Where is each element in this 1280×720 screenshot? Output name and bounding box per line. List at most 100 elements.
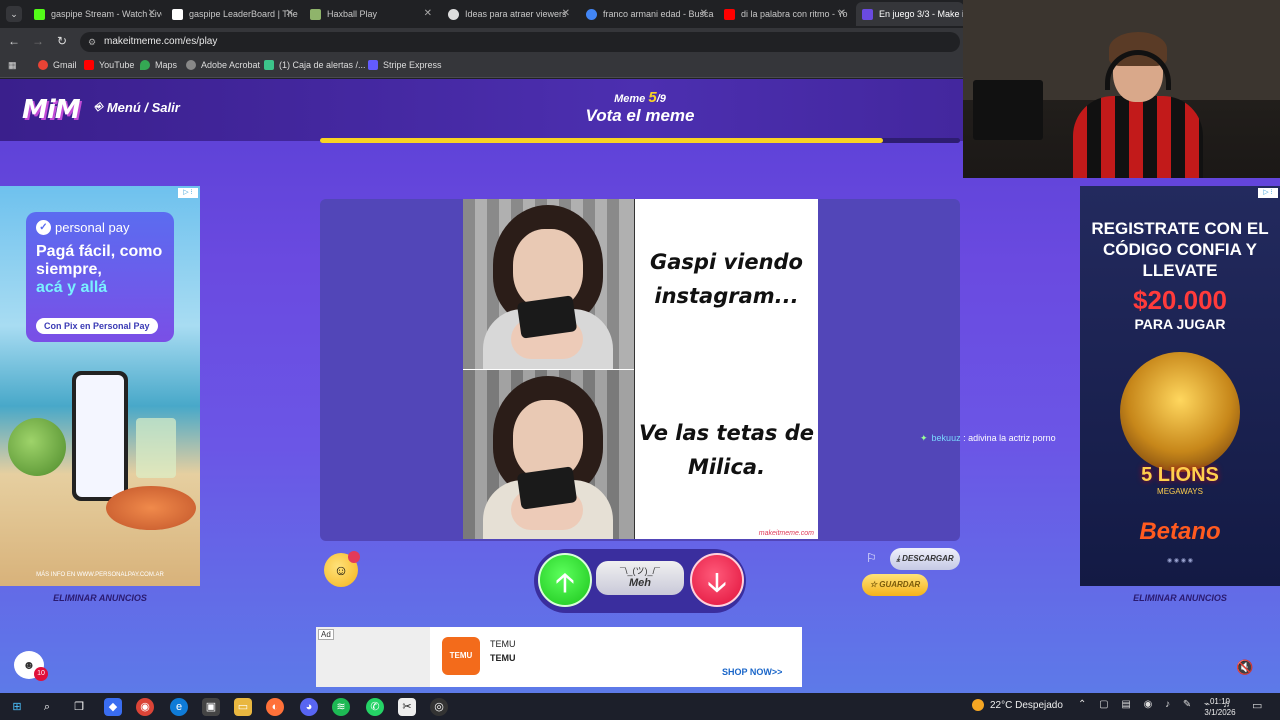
apps-icon[interactable]: ▦	[8, 60, 17, 71]
upvote-button[interactable]: 🡡	[538, 553, 592, 607]
emote-launcher[interactable]: ☻ 10	[14, 651, 48, 681]
bookmark-maps[interactable]: Maps	[140, 60, 177, 70]
face-shape	[513, 229, 583, 309]
phone-shape	[516, 295, 578, 339]
bottom-ad[interactable]: Ad TEMU TEMU TEMU SHOP NOW>>	[316, 627, 802, 687]
downvote-button[interactable]: 🡣	[690, 553, 744, 607]
tab-title: En juego 3/3 - Make it Meme	[879, 9, 964, 19]
left-ad[interactable]: ▷ ⁝ ✓ personal pay Pagá fácil, como siemp…	[0, 186, 200, 586]
save-button[interactable]: ☆ GUARDAR	[862, 574, 928, 596]
shop-now-link[interactable]: SHOP NOW>>	[722, 667, 782, 677]
ad-line-1: REGISTRATE CON EL CÓDIGO CONFIA Y LLEVAT…	[1091, 219, 1269, 280]
chat-text: : adivina la actriz porno	[963, 433, 1056, 443]
ad-line-3: PARA JUGAR	[1134, 316, 1226, 332]
close-icon[interactable]: ✕	[148, 8, 156, 19]
bookmark-youtube[interactable]: YouTube	[84, 60, 134, 70]
ad-choices-icon[interactable]: ▷ ⁝	[178, 188, 198, 198]
menu-exit-link[interactable]: ⎆ Menú / Salir	[94, 100, 180, 115]
remove-ads-left[interactable]: ELIMINAR ANUNCIOS	[0, 593, 200, 603]
drink-image	[136, 418, 176, 478]
streamlabs-icon	[264, 60, 274, 70]
close-icon[interactable]: ✕	[838, 8, 846, 19]
logo[interactable]: MiM	[22, 95, 81, 125]
bookmark-gmail[interactable]: Gmail	[38, 60, 77, 70]
phone-screen	[76, 375, 124, 497]
acrobat-icon	[186, 60, 196, 70]
discord-icon[interactable]: ◕	[300, 698, 318, 716]
notification-badge: 10	[34, 667, 48, 681]
back-icon[interactable]: ←	[6, 34, 22, 48]
ad-pill: Con Pix en Personal Pay	[36, 318, 158, 334]
chat-message: ✦ bekuuz : adivina la actriz porno	[920, 433, 1056, 444]
clock-date: 3/1/2026	[1204, 708, 1236, 717]
obs-icon[interactable]: ◎	[430, 698, 448, 716]
clock[interactable]: 01:10 3/1/2026	[1200, 696, 1240, 718]
bookmark-alerts[interactable]: (1) Caja de alertas /...	[264, 60, 366, 70]
search-icon[interactable]: ⌕	[38, 698, 56, 716]
tab-4[interactable]: Ideas para atraer viewers ✕	[442, 2, 576, 26]
shrimp-image	[106, 486, 196, 530]
meme-watermark: makeitmeme.com	[758, 530, 814, 537]
bookmark-stripe[interactable]: Stripe Express	[368, 60, 442, 70]
reaction-emoji-button[interactable]: ☺	[324, 551, 360, 587]
report-flag-icon[interactable]: ⚐	[866, 551, 877, 565]
task-view-icon[interactable]: ❐	[70, 698, 88, 716]
file-explorer-icon[interactable]: ▭	[234, 698, 252, 716]
close-icon[interactable]: ✕	[286, 8, 294, 19]
bookmark-acrobat[interactable]: Adobe Acrobat	[186, 60, 260, 70]
tab-7-active[interactable]: En juego 3/3 - Make it Meme	[856, 2, 964, 26]
tab-title: Haxball Play	[327, 9, 378, 19]
close-icon[interactable]: ✕	[700, 8, 708, 19]
url-field[interactable]: ⚙ makeitmeme.com/es/play	[80, 32, 960, 52]
menu-exit-label: Menú / Salir	[106, 100, 180, 115]
notifications-icon[interactable]: ▭	[1252, 699, 1262, 712]
copilot-icon[interactable]: ◆	[104, 698, 122, 716]
store-icon[interactable]: ▣	[202, 698, 220, 716]
tab-2[interactable]: gaspipe LeaderBoard | The ✕	[166, 2, 300, 26]
tab-3[interactable]: Haxball Play ✕	[304, 2, 438, 26]
site-info-icon[interactable]: ⚙	[88, 32, 96, 52]
meh-button[interactable]: ¯\_(ツ)_/¯ Meh	[596, 561, 684, 595]
reload-icon[interactable]: ↻	[54, 34, 70, 48]
heart-icon	[348, 551, 360, 563]
capcut-icon[interactable]: ✂	[398, 698, 416, 716]
firefox-icon[interactable]: ◐	[266, 698, 284, 716]
tab-6[interactable]: di la palabra con ritmo - Yo ✕	[718, 2, 852, 26]
sound-muted-icon[interactable]: 🔇	[1236, 659, 1253, 676]
monitor-shape	[973, 80, 1043, 140]
windows-start-icon[interactable]: ⊞	[8, 698, 26, 716]
tab-title: di la palabra con ritmo - Yo	[741, 9, 848, 19]
meme-caption-top: Gaspi viendo instagram...	[650, 250, 803, 308]
close-icon[interactable]: ✕	[424, 8, 432, 19]
meme-caption-bottom: Ve las tetas de Milica.	[638, 421, 815, 479]
right-ad[interactable]: ▷ ⁝ REGISTRATE CON EL CÓDIGO CONFIA Y LL…	[1080, 186, 1280, 586]
ad-choices-icon[interactable]: ▷ ⁝	[1258, 188, 1278, 198]
chrome-icon[interactable]: ◉	[136, 698, 154, 716]
chatgpt-icon	[448, 8, 459, 20]
save-label: GUARDAR	[879, 580, 921, 589]
whatsapp-icon[interactable]: ✆	[366, 698, 384, 716]
tab-5[interactable]: franco armani edad - Busca ✕	[580, 2, 714, 26]
personal-pay-brand: ✓ personal pay	[36, 220, 164, 235]
arrow-up-icon: 🡡	[555, 567, 575, 597]
spotify-icon[interactable]: ≋	[332, 698, 350, 716]
download-label: DESCARGAR	[902, 554, 954, 563]
arrow-down-icon: 🡣	[707, 567, 727, 597]
edge-icon[interactable]: e	[170, 698, 188, 716]
tab-title: gaspipe LeaderBoard | The	[189, 9, 298, 19]
tab-1[interactable]: gaspipe Stream - Watch Live ✕	[28, 2, 162, 26]
meme-counter-current: 5	[648, 89, 657, 106]
download-button[interactable]: ⤓ DESCARGAR	[890, 548, 960, 570]
betano-logo: Betano	[1139, 518, 1221, 545]
tab-search-button[interactable]: ⌄	[6, 6, 22, 22]
progress-fill	[320, 138, 884, 143]
personal-pay-card: ✓ personal pay Pagá fácil, como siempre, …	[26, 212, 174, 342]
close-icon[interactable]: ✕	[562, 8, 570, 19]
personal-pay-name: personal pay	[55, 220, 130, 235]
forward-icon[interactable]: →	[30, 34, 46, 48]
meme-image: Gaspi viendo instagram... Ve las tetas d…	[463, 199, 818, 539]
remove-ads-right[interactable]: ELIMINAR ANUNCIOS	[1080, 593, 1280, 603]
sun-icon	[972, 699, 984, 711]
weather-widget[interactable]: 22°C Despejado	[972, 699, 1063, 711]
meme-counter-total: /9	[656, 93, 666, 105]
